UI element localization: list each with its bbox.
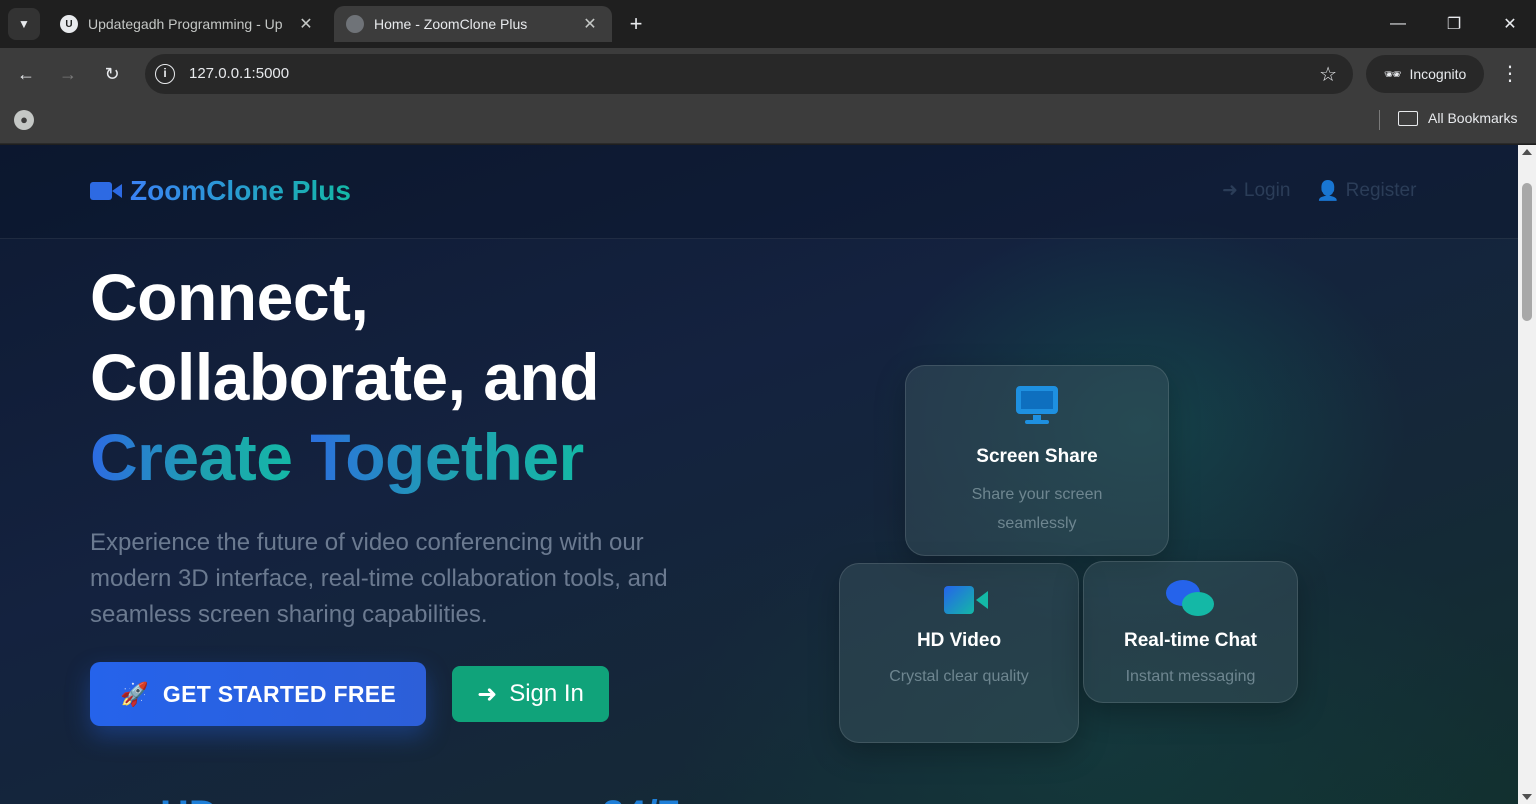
user-plus-icon: 👤 xyxy=(1316,181,1340,202)
incognito-icon: 🕶 xyxy=(1383,65,1402,82)
close-icon[interactable]: ✕ xyxy=(296,14,316,34)
sign-in-icon: ➜ xyxy=(1222,180,1238,201)
get-started-button[interactable]: 🚀 GET STARTED FREE xyxy=(90,662,426,726)
stat-hd: HD xyxy=(160,793,218,804)
globe-icon[interactable]: ● xyxy=(14,110,34,130)
updategadh-favicon-icon: U xyxy=(60,15,78,33)
feature-desc: Instant messaging xyxy=(1125,668,1256,685)
feature-card-hd-video: HD Video Crystal clear quality xyxy=(839,563,1079,743)
minimize-button[interactable]: — xyxy=(1372,0,1424,48)
tab-title: Home - ZoomClone Plus xyxy=(374,16,528,32)
scrollbar-thumb[interactable] xyxy=(1522,183,1532,321)
address-bar[interactable]: i 127.0.0.1:5000 ☆ xyxy=(145,54,1353,94)
close-icon[interactable]: ✕ xyxy=(580,14,600,34)
site-navbar: ZoomClone Plus ➜ Login 👤 Register xyxy=(0,145,1518,239)
new-tab-button[interactable]: + xyxy=(622,10,650,38)
window-close-button[interactable]: ✕ xyxy=(1484,0,1536,48)
reload-button[interactable]: ↻ xyxy=(96,58,128,90)
incognito-badge[interactable]: 🕶 Incognito xyxy=(1366,55,1484,93)
reload-icon: ↻ xyxy=(104,63,120,84)
brand-logo[interactable]: ZoomClone Plus xyxy=(90,175,351,207)
chevron-down-icon: ▼ xyxy=(18,17,30,31)
arrow-left-icon: ← xyxy=(17,63,35,84)
bookmarks-divider xyxy=(1379,110,1380,130)
restore-button[interactable]: ❐ xyxy=(1428,0,1480,48)
nav-register-label: Register xyxy=(1345,180,1417,201)
hero-line-1: Connect, xyxy=(90,260,369,334)
rocket-icon: 🚀 xyxy=(119,680,149,707)
feature-title: Screen Share xyxy=(976,446,1098,467)
tab-title: Updategadh Programming - Up xyxy=(88,16,283,32)
web-page: ZoomClone Plus ➜ Login 👤 Register Connec… xyxy=(0,145,1518,804)
tab-home-zoomclone[interactable]: Home - ZoomClone Plus ✕ xyxy=(334,6,612,42)
monitor-icon xyxy=(1016,386,1058,424)
nav-login-link[interactable]: ➜ Login xyxy=(1222,179,1290,202)
all-bookmarks-label: All Bookmarks xyxy=(1428,110,1518,126)
feature-desc: Share your screen seamlessly xyxy=(971,486,1103,532)
sign-in-button[interactable]: ➜ Sign In xyxy=(452,666,609,722)
stat-24-7: 24/7 xyxy=(602,793,680,804)
sign-in-icon: ➜ xyxy=(477,680,498,708)
all-bookmarks-button[interactable]: All Bookmarks xyxy=(1398,110,1517,126)
feature-title: Real-time Chat xyxy=(1123,630,1258,651)
nav-register-link[interactable]: 👤 Register xyxy=(1316,179,1416,203)
feature-card-screen-share: Screen Share Share your screen seamlessl… xyxy=(905,365,1169,556)
globe-favicon-icon xyxy=(346,15,364,33)
scroll-down-icon[interactable] xyxy=(1522,794,1532,800)
scroll-up-icon[interactable] xyxy=(1522,149,1532,155)
get-started-label: GET STARTED FREE xyxy=(162,680,397,707)
hero-subtitle: Experience the future of video conferenc… xyxy=(90,529,668,628)
incognito-label: Incognito xyxy=(1409,66,1467,82)
browser-toolbar: ← → ↻ i 127.0.0.1:5000 ☆ 🕶 Incognito ⋮ xyxy=(0,48,1536,100)
arrow-right-icon: → xyxy=(59,63,77,84)
feature-title: HD Video xyxy=(916,630,1002,651)
tab-strip: ▼ U Updategadh Programming - Up ✕ Home -… xyxy=(0,0,1536,48)
video-icon xyxy=(944,586,988,614)
hero-line-2: Collaborate, and xyxy=(90,340,600,414)
hero-gradient-together: Together xyxy=(292,420,584,494)
url-text[interactable]: 127.0.0.1:5000 xyxy=(189,65,289,82)
bookmarks-bar: ● All Bookmarks xyxy=(0,100,1536,144)
tab-updategadh[interactable]: U Updategadh Programming - Up ✕ xyxy=(48,6,328,42)
brand-name: ZoomClone Plus xyxy=(130,175,351,206)
chat-icon xyxy=(1165,580,1216,620)
nav-login-label: Login xyxy=(1243,179,1291,201)
browser-menu-icon[interactable]: ⋮ xyxy=(1496,60,1524,88)
feature-desc: Crystal clear quality xyxy=(889,668,1029,685)
hero-heading: Connect, Collaborate, and Create Togethe… xyxy=(90,257,600,497)
site-info-icon[interactable]: i xyxy=(155,64,175,84)
video-camera-icon xyxy=(90,182,122,200)
page-scrollbar[interactable] xyxy=(1518,145,1536,804)
back-button[interactable]: ← xyxy=(10,58,42,90)
hero-line-3: Create Together xyxy=(90,417,599,497)
feature-card-realtime-chat: Real-time Chat Instant messaging xyxy=(1083,561,1298,703)
forward-button[interactable]: → xyxy=(52,58,84,90)
sign-in-label: Sign In xyxy=(509,680,584,707)
hero-gradient-create: Create xyxy=(90,420,293,494)
tab-search-button[interactable]: ▼ xyxy=(8,8,40,40)
bookmark-star-icon[interactable]: ☆ xyxy=(1319,62,1337,87)
folder-icon xyxy=(1398,110,1418,126)
